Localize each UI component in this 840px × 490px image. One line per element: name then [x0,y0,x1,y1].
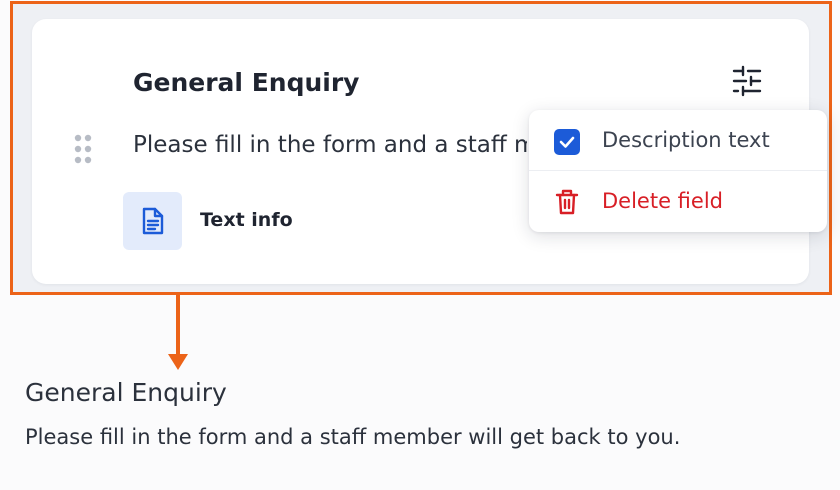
sliders-icon[interactable] [730,64,764,98]
preview-description: Please fill in the form and a staff memb… [25,425,681,449]
arrow-down-icon [168,354,188,370]
field-title[interactable]: General Enquiry [133,68,359,97]
field-type-label: Text info [200,209,293,231]
field-options-menu: Description text Delete field [529,110,827,232]
menu-item-label: Delete field [602,189,723,213]
menu-item-description-text[interactable]: Description text [529,110,827,170]
preview-title: General Enquiry [25,378,227,407]
menu-item-delete-field[interactable]: Delete field [529,171,827,231]
checkbox-checked-icon[interactable] [554,129,580,155]
connector-line [176,292,180,356]
screenshot-stage: General Enquiry Please fill in the form … [0,0,840,490]
field-type-badge [123,192,182,250]
menu-item-label: Description text [602,128,770,152]
trash-icon [554,188,580,216]
document-text-icon [142,207,163,235]
field-description[interactable]: Please fill in the form and a staff memb… [133,132,527,158]
drag-handle-icon[interactable] [73,133,95,167]
